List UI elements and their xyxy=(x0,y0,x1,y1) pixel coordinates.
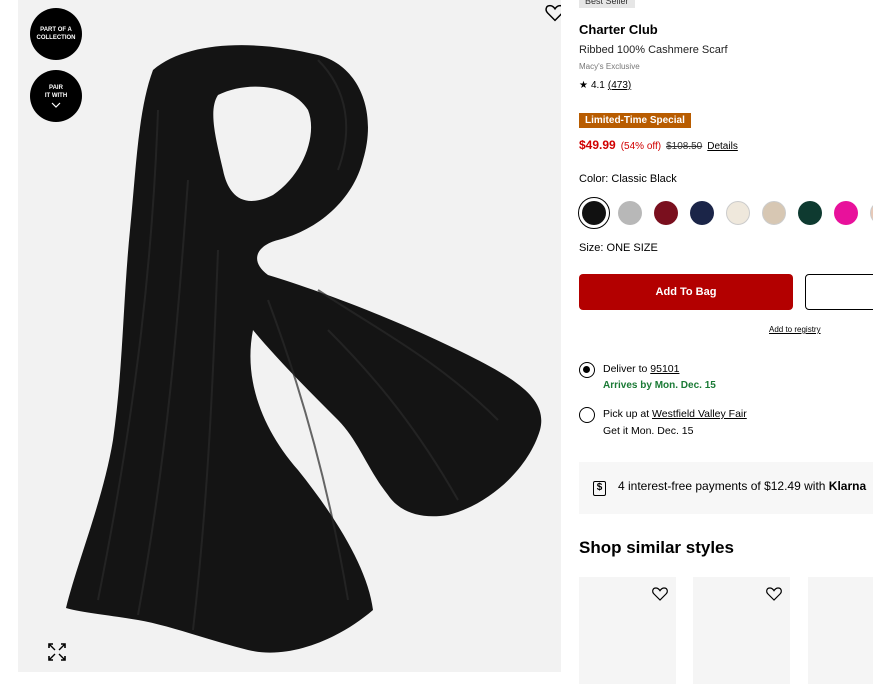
color-swatch[interactable] xyxy=(798,201,822,225)
klarna-installments: 4 interest-free payments of $12.49 with xyxy=(618,479,829,493)
original-price: $108.50 xyxy=(666,141,703,152)
part-of-collection-badge[interactable]: PART OF A COLLECTION xyxy=(30,8,82,60)
chevron-down-icon xyxy=(51,102,61,108)
size-label: Size: ONE SIZE xyxy=(579,242,658,254)
delivery-eta: Arrives by Mon. Dec. 15 xyxy=(603,380,716,391)
badge-line: COLLECTION xyxy=(36,35,76,41)
pickup-radio[interactable] xyxy=(579,407,595,423)
color-label: Color: Classic Black xyxy=(579,173,677,185)
similar-product-card[interactable] xyxy=(693,577,790,684)
product-image-scarf xyxy=(66,45,542,653)
badge-line: PAIR xyxy=(49,85,63,91)
zip-code-link[interactable]: 95101 xyxy=(650,363,679,375)
pickup-eta: Get it Mon. Dec. 15 xyxy=(603,425,694,437)
similar-product-card[interactable] xyxy=(808,577,873,684)
deliver-option: Deliver to 95101 xyxy=(603,363,679,375)
sale-price: $49.99 xyxy=(579,138,616,152)
product-title: Ribbed 100% Cashmere Scarf xyxy=(579,44,728,56)
badge-line: IT WITH xyxy=(44,93,68,99)
review-count-link[interactable]: (473) xyxy=(608,80,631,91)
product-image-gallery[interactable]: PART OF A COLLECTION PAIR IT WITH xyxy=(18,0,561,672)
similar-product-card[interactable] xyxy=(579,577,676,684)
add-to-bag-button[interactable]: Add To Bag xyxy=(579,274,793,310)
heart-icon[interactable] xyxy=(650,585,670,603)
pair-it-with-badge[interactable]: PAIR IT WITH xyxy=(30,70,82,122)
color-swatch[interactable] xyxy=(654,201,678,225)
heart-icon[interactable] xyxy=(764,585,784,603)
pickup-label: Pick up at xyxy=(603,408,653,420)
price-row: $49.99 (54% off) $108.50 Details xyxy=(579,138,738,152)
color-swatch[interactable] xyxy=(618,201,642,225)
star-icon: ★ xyxy=(579,80,588,91)
color-swatch[interactable] xyxy=(726,201,750,225)
rating-summary: ★ 4.1 (473) xyxy=(579,80,631,91)
klarna-logo: Klarna xyxy=(828,479,867,493)
discount-percent: (54% off) xyxy=(620,141,662,152)
store-link[interactable]: Westfield Valley Fair xyxy=(652,408,747,420)
price-details-link[interactable]: Details xyxy=(707,141,738,152)
rating-value: 4.1 xyxy=(590,80,605,91)
color-swatch[interactable] xyxy=(690,201,714,225)
heart-icon[interactable] xyxy=(544,2,561,24)
similar-styles-heading: Shop similar styles xyxy=(579,538,734,557)
deliver-radio[interactable] xyxy=(579,362,595,378)
color-swatch[interactable] xyxy=(578,197,610,229)
expand-icon[interactable] xyxy=(47,642,67,662)
badge-line: PART OF A xyxy=(40,27,72,33)
secondary-action-button[interactable] xyxy=(805,274,873,310)
best-seller-badge: Best Seller xyxy=(579,0,635,8)
brand-name[interactable]: Charter Club xyxy=(579,22,658,37)
dollar-icon: $ xyxy=(593,481,606,496)
exclusive-label: Macy's Exclusive xyxy=(579,62,640,71)
deliver-label: Deliver to xyxy=(603,363,651,375)
color-swatch[interactable] xyxy=(834,201,858,225)
limited-time-special-badge: Limited-Time Special xyxy=(579,113,691,128)
klarna-payment-text: 4 interest-free payments of $12.49 with … xyxy=(618,479,866,493)
add-to-registry-link[interactable]: Add to registry xyxy=(769,325,821,334)
pickup-option: Pick up at Westfield Valley Fair xyxy=(603,408,747,420)
color-swatch[interactable] xyxy=(762,201,786,225)
